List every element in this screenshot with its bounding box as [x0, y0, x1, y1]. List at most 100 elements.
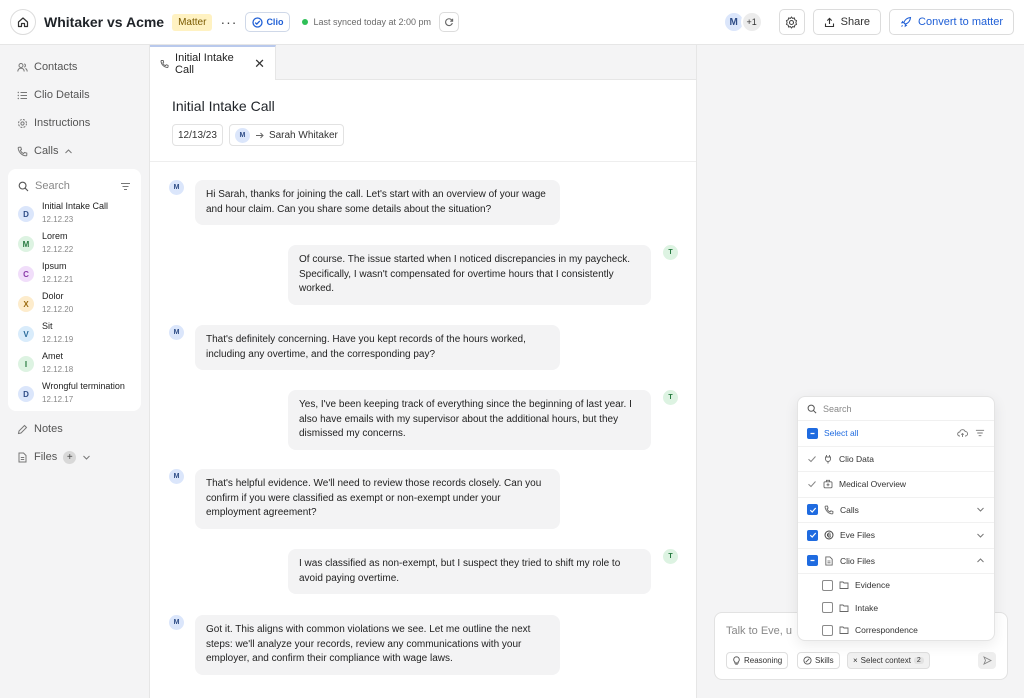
eve-files-checkbox[interactable] — [807, 529, 818, 541]
list-item[interactable]: X Dolor 12.12.20 — [8, 287, 141, 317]
intake-checkbox[interactable] — [822, 602, 833, 614]
cloud-upload-icon[interactable] — [957, 428, 968, 438]
list-item[interactable]: D Initial Intake Call 12.12.23 — [8, 197, 141, 227]
avatar: M — [234, 127, 250, 143]
sidebar-item-instructions[interactable]: Instructions — [0, 109, 149, 137]
context-item-medical-overview[interactable]: Medical Overview — [798, 472, 994, 498]
home-icon — [17, 17, 29, 28]
filter-icon[interactable] — [120, 181, 131, 192]
gear-icon — [18, 118, 27, 128]
chevron-down-icon[interactable] — [976, 531, 985, 540]
avatar: T — [663, 549, 678, 564]
home-button[interactable] — [10, 9, 36, 35]
more-options-button[interactable]: ··· — [220, 14, 237, 30]
context-item-intake[interactable]: Intake — [798, 597, 994, 620]
check-circle-icon — [252, 16, 264, 28]
calls-checkbox[interactable] — [807, 504, 818, 516]
send-icon — [982, 656, 992, 665]
context-item-correspondence[interactable]: Correspondence — [798, 619, 994, 640]
context-item-label: Eve Files — [840, 530, 875, 541]
settings-button[interactable] — [778, 9, 805, 35]
eve-logo-icon — [824, 530, 834, 540]
close-icon[interactable]: ✕ — [254, 56, 265, 72]
chat-message: I was classified as non-exempt, but I su… — [288, 549, 651, 594]
reasoning-button[interactable]: Reasoning — [726, 652, 789, 669]
sidebar-item-files[interactable]: Files + — [0, 443, 149, 471]
lightbulb-icon — [733, 656, 740, 665]
list-item[interactable]: M Lorem 12.12.22 — [8, 227, 141, 257]
file-icon — [825, 556, 833, 566]
calls-search-input[interactable]: Search — [8, 175, 141, 197]
correspondence-checkbox[interactable] — [822, 624, 833, 636]
chevron-up-icon[interactable] — [976, 556, 985, 565]
participant-name: Sarah Whitaker — [268, 129, 338, 141]
list-item[interactable]: V Sit 12.12.19 — [8, 317, 141, 347]
check-icon — [809, 507, 816, 513]
tab-label: Initial Intake Call — [175, 51, 234, 76]
context-item-calls[interactable]: Calls — [798, 498, 994, 523]
context-dropdown: Search Select all Clio Data Medical Over… — [797, 396, 995, 641]
sidebar-item-contacts[interactable]: Contacts — [0, 53, 149, 81]
context-item-clio-files[interactable]: Clio Files — [798, 549, 994, 574]
avatar: I — [18, 356, 34, 372]
sidebar-item-notes[interactable]: Notes — [0, 415, 149, 443]
context-item-clio-data[interactable]: Clio Data — [798, 447, 994, 472]
context-item-label: Correspondence — [855, 625, 918, 636]
chat-message: Got it. This aligns with common violatio… — [195, 615, 560, 675]
evidence-checkbox[interactable] — [822, 579, 833, 591]
context-item-evidence[interactable]: Evidence — [798, 574, 994, 597]
sidebar-item-calls[interactable]: Calls — [0, 137, 149, 165]
skills-button[interactable]: Skills — [797, 652, 840, 669]
call-name: Wrongful termination — [42, 381, 125, 391]
call-date: 12.12.20 — [42, 305, 74, 314]
share-button[interactable]: Share — [812, 9, 882, 35]
call-name: Initial Intake Call — [42, 201, 109, 211]
filter-icon[interactable] — [975, 428, 985, 438]
context-item-eve-files[interactable]: Eve Files — [798, 523, 994, 549]
context-item-label: Calls — [840, 504, 859, 515]
folder-icon — [839, 604, 849, 612]
select-all-row[interactable]: Select all — [798, 421, 994, 447]
list-icon — [17, 91, 27, 99]
context-search-input[interactable]: Search — [798, 397, 994, 421]
file-icon — [18, 452, 27, 462]
chat-input[interactable]: Talk to Eve, u — [726, 625, 792, 637]
list-item[interactable]: C Ipsum 12.12.21 — [8, 257, 141, 287]
chevron-down-icon[interactable] — [976, 505, 985, 514]
clio-button[interactable]: Clio — [245, 12, 291, 32]
call-name: Ipsum — [42, 261, 67, 271]
chat-message: Yes, I've been keeping track of everythi… — [288, 390, 651, 450]
clio-files-checkbox[interactable] — [807, 555, 818, 567]
context-item-label: Evidence — [855, 580, 890, 591]
remove-icon[interactable]: × — [853, 656, 858, 665]
matter-title: Whitaker vs Acme — [44, 14, 165, 30]
refresh-button[interactable] — [439, 12, 460, 32]
list-item[interactable]: I Amet 12.12.18 — [8, 347, 141, 377]
tab-initial-intake-call[interactable]: Initial Intake Call ✕ — [150, 45, 276, 80]
context-count-badge: 2 — [913, 657, 924, 664]
send-button[interactable] — [978, 652, 996, 669]
add-file-button[interactable]: + — [63, 450, 77, 464]
search-placeholder: Search — [823, 403, 852, 414]
convert-to-matter-button[interactable]: Convert to matter — [889, 9, 1014, 35]
pen-icon — [17, 424, 28, 434]
chat-message: That's helpful evidence. We'll need to r… — [195, 469, 560, 529]
chevron-down-icon[interactable] — [82, 453, 91, 462]
share-label: Share — [840, 16, 871, 28]
search-icon — [807, 404, 817, 413]
sidebar-item-label: Notes — [34, 423, 63, 435]
sidebar-item-clio-details[interactable]: Clio Details — [0, 81, 149, 109]
avatar: M — [169, 615, 184, 630]
list-item[interactable]: D Wrongful termination 12.12.17 — [8, 377, 141, 407]
avatar: D — [18, 386, 34, 402]
minus-icon — [810, 560, 815, 562]
select-context-button[interactable]: × Select context 2 — [847, 652, 930, 669]
select-all-checkbox[interactable] — [807, 427, 818, 439]
call-name: Dolor — [42, 291, 64, 301]
tab-bar: Initial Intake Call ✕ — [150, 45, 696, 80]
checkmark-icon — [808, 481, 816, 488]
search-placeholder: Search — [35, 180, 70, 192]
chevron-up-icon[interactable] — [64, 147, 73, 156]
collaborator-avatars[interactable]: M +1 — [722, 11, 763, 33]
plug-icon — [825, 454, 831, 464]
